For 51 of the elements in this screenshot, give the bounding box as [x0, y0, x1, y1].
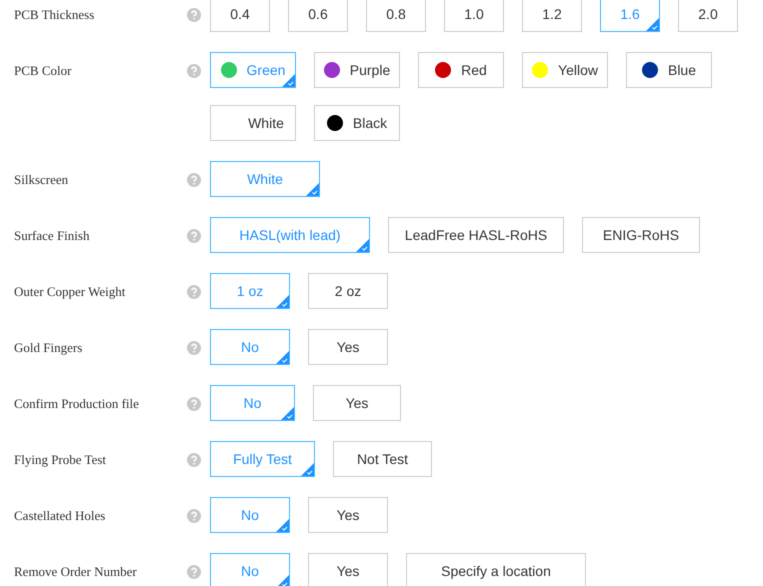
option-label: Silkscreen: [13, 171, 70, 189]
option-button[interactable]: Purple: [314, 52, 400, 88]
check-corner-icon: [356, 239, 369, 252]
option-label: Surface Finish: [13, 227, 90, 245]
option-button[interactable]: Blue: [626, 52, 712, 88]
help-icon[interactable]: [187, 509, 201, 523]
check-corner-icon: [282, 74, 295, 87]
option-button[interactable]: Yes: [308, 329, 388, 365]
help-icon[interactable]: [187, 341, 201, 355]
check-corner-icon: [306, 183, 319, 196]
option-button[interactable]: LeadFree HASL-RoHS: [388, 217, 564, 253]
option-button[interactable]: 1.0: [444, 0, 504, 32]
option-label: PCB Thickness: [13, 6, 96, 24]
option-button[interactable]: 1.2: [522, 0, 582, 32]
option-button[interactable]: 0.8: [366, 0, 426, 32]
check-corner-icon: [276, 519, 289, 532]
option-label: Remove Order Number: [13, 563, 138, 581]
option-label: PCB Color: [13, 62, 72, 80]
help-icon[interactable]: [187, 565, 201, 579]
option-label: Castellated Holes: [13, 507, 106, 525]
option-button[interactable]: ENIG-RoHS: [582, 217, 700, 253]
option-label: Flying Probe Test: [13, 451, 108, 469]
option-button[interactable]: Yes: [308, 553, 388, 586]
help-icon[interactable]: [187, 173, 201, 187]
help-icon[interactable]: [187, 397, 201, 411]
help-icon[interactable]: [187, 8, 201, 22]
option-button[interactable]: Specify a location: [406, 553, 586, 586]
option-label: Gold Fingers: [13, 339, 84, 357]
option-button[interactable]: White: [210, 105, 296, 141]
check-corner-icon: [276, 351, 289, 364]
option-button[interactable]: 0.4: [210, 0, 270, 32]
option-button[interactable]: 0.6: [288, 0, 348, 32]
option-button[interactable]: 2 oz: [308, 273, 388, 309]
help-icon[interactable]: [187, 453, 201, 467]
help-icon[interactable]: [187, 285, 201, 299]
check-corner-icon: [646, 18, 659, 31]
option-label: Outer Copper Weight: [13, 283, 126, 301]
check-corner-icon: [301, 463, 314, 476]
check-corner-icon: [276, 295, 289, 308]
help-icon[interactable]: [187, 229, 201, 243]
option-label: Confirm Production file: [13, 395, 140, 413]
option-button[interactable]: Yellow: [522, 52, 608, 88]
option-button[interactable]: 2.0: [678, 0, 738, 32]
check-corner-icon: [276, 575, 289, 586]
option-button[interactable]: Black: [314, 105, 400, 141]
help-icon[interactable]: [187, 64, 201, 78]
option-button[interactable]: Yes: [313, 385, 401, 421]
option-button[interactable]: Yes: [308, 497, 388, 533]
option-button[interactable]: Red: [418, 52, 504, 88]
check-corner-icon: [281, 407, 294, 420]
option-button[interactable]: Not Test: [333, 441, 432, 477]
